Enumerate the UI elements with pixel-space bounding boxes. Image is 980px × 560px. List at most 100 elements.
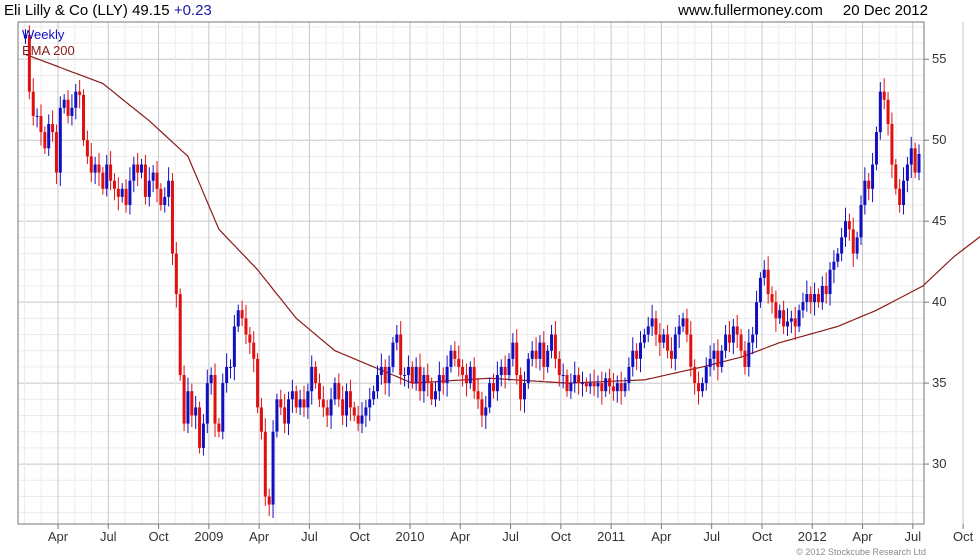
candle-body: [604, 378, 608, 392]
candle-body: [611, 386, 615, 392]
candle-body: [240, 310, 244, 319]
candle-body: [669, 350, 673, 359]
candle-body: [820, 285, 824, 303]
candle-body: [464, 375, 468, 384]
candle-body: [793, 318, 797, 327]
x-axis: Apr Jul Oct 2009 Apr Jul Oct 2010 Apr Jul Oct 2011 A…: [48, 524, 974, 544]
candle-body: [317, 383, 321, 400]
candle-body: [163, 196, 167, 205]
candle-body: [480, 399, 484, 416]
candle-body: [859, 204, 863, 238]
candle-body: [221, 383, 225, 432]
candle-body: [155, 172, 159, 189]
y-tick-label: 40: [932, 294, 946, 309]
legend-weekly: Weekly: [22, 27, 65, 42]
candle-body: [847, 221, 851, 230]
y-tick-label: 55: [932, 51, 946, 66]
x-tick-label: Apr: [852, 529, 873, 544]
candle-body: [685, 318, 689, 335]
candle-body: [445, 366, 449, 384]
candle-body: [805, 294, 809, 303]
candle-body: [789, 318, 793, 322]
candle-body: [716, 350, 720, 367]
candle-body: [140, 164, 144, 173]
candle-body: [832, 261, 836, 270]
candle-body: [109, 164, 113, 181]
candle-body: [894, 164, 898, 189]
candle-body: [147, 180, 151, 197]
candle-body: [186, 391, 190, 424]
x-tick-label: 2010: [396, 529, 425, 544]
candle-body: [619, 383, 623, 392]
candle-body: [364, 407, 368, 416]
x-tick-label: 2009: [194, 529, 223, 544]
candle-body: [751, 334, 755, 343]
candle-body: [302, 399, 306, 408]
candle-body: [735, 326, 739, 335]
candle-body: [677, 326, 681, 335]
candle-body: [608, 378, 612, 387]
candle-body: [739, 334, 743, 351]
candle-body: [248, 334, 252, 343]
candle-body: [325, 407, 329, 416]
candle-body: [128, 180, 132, 205]
candle-body: [778, 310, 782, 319]
candle-body: [720, 350, 724, 367]
candle-body: [681, 318, 685, 327]
candle-body: [74, 91, 78, 108]
candle-body: [54, 132, 58, 173]
candle-body: [550, 334, 554, 351]
candle-body: [159, 188, 163, 205]
candle-body: [844, 221, 848, 238]
candle-body: [631, 350, 635, 367]
candle-body: [747, 342, 751, 367]
candle-body: [878, 91, 882, 133]
candle-body: [762, 269, 766, 278]
candle-body: [151, 172, 155, 181]
price-chart: 303540455055 Apr Jul Oct 2009 Apr Jul Oct 2010 A…: [17, 21, 980, 557]
x-tick-label: Jul: [502, 529, 519, 544]
candle-body: [588, 383, 592, 387]
candle-body: [468, 366, 472, 384]
candle-body: [511, 342, 515, 359]
ema-line-layer: [25, 53, 980, 384]
candle-body: [662, 334, 666, 343]
candle-body: [205, 383, 209, 424]
candle-body: [453, 350, 457, 359]
candle-body: [348, 391, 352, 408]
candle-body: [871, 164, 875, 189]
candle-body: [755, 302, 759, 335]
candle-body: [882, 91, 886, 100]
x-tick-label: Apr: [249, 529, 270, 544]
candle-body: [391, 342, 395, 367]
candle-body: [136, 164, 140, 173]
candle-body: [78, 91, 82, 95]
candle-body: [457, 358, 461, 367]
candle-body: [174, 253, 178, 295]
candle-body: [434, 391, 438, 400]
candle-body: [886, 99, 890, 125]
candle-body: [89, 156, 93, 173]
candle-body: [422, 375, 426, 392]
candle-body: [635, 350, 639, 359]
candle-body: [356, 415, 360, 424]
x-tick-label: Oct: [350, 529, 371, 544]
candle-body: [646, 326, 650, 335]
x-tick-label: Jul: [301, 529, 318, 544]
candle-body: [569, 383, 573, 392]
candle-body: [329, 399, 333, 416]
candle-body: [542, 342, 546, 367]
x-tick-label: Oct: [953, 529, 974, 544]
candle-body: [341, 399, 345, 416]
candle-body: [39, 115, 43, 133]
candle-body: [101, 172, 105, 189]
copyright: © 2012 Stockcube Research Ltd: [796, 547, 926, 557]
candle-body: [406, 366, 410, 376]
candle-body: [538, 342, 542, 359]
candle-body: [693, 366, 697, 384]
candle-body: [890, 124, 894, 165]
x-tick-label: Jul: [100, 529, 117, 544]
candle-body: [639, 342, 643, 359]
y-tick-label: 30: [932, 456, 946, 471]
candle-body: [522, 383, 526, 400]
